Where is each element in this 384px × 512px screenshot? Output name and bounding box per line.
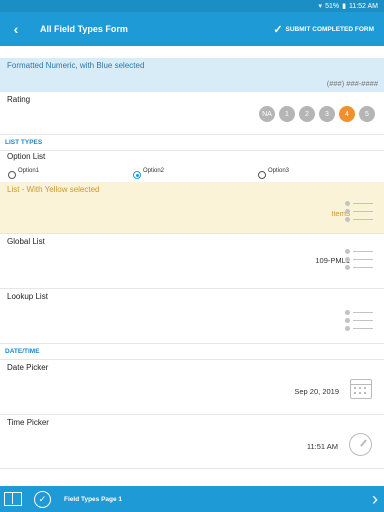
back-arrow-icon[interactable]: ‹	[0, 21, 32, 37]
rating-label: Rating	[7, 95, 31, 104]
formatted-numeric-label: Formatted Numeric, with Blue selected	[7, 61, 145, 70]
lookup-list-field[interactable]: Lookup List	[0, 289, 384, 344]
list-icon	[345, 249, 375, 270]
rating-option-5[interactable]: 5	[359, 106, 375, 122]
list-yellow-label: List - With Yellow selected	[7, 185, 100, 194]
radio-option1-label: Option1	[18, 168, 40, 174]
global-list-field[interactable]: Global List 109-PML1	[0, 234, 384, 289]
rating-options: NA 1 2 3 4 5	[259, 106, 375, 122]
time-picker-label: Time Picker	[7, 418, 49, 427]
radio-option2[interactable]: Option2	[133, 163, 164, 179]
radio-circle-selected	[133, 171, 141, 179]
book-icon[interactable]	[4, 492, 22, 506]
list-types-section-header: LIST TYPES	[0, 135, 384, 151]
calendar-icon[interactable]	[350, 379, 372, 399]
global-list-label: Global List	[7, 237, 45, 246]
radio-option3-label: Option3	[268, 168, 290, 174]
rating-option-2[interactable]: 2	[299, 106, 315, 122]
clock: 11:52 AM	[348, 2, 378, 10]
check-circle-icon[interactable]: ✓	[34, 490, 51, 508]
date-time-section-header: DATE/TIME	[0, 344, 384, 360]
rating-option-3[interactable]: 3	[319, 106, 335, 122]
radio-option1[interactable]: Option1	[8, 163, 39, 179]
option-list-field: Option List Option1 Option2 Option3	[0, 151, 384, 182]
radio-circle	[8, 171, 16, 179]
lookup-list-label: Lookup List	[7, 292, 48, 301]
date-picker-value: Sep 20, 2019	[294, 387, 339, 396]
rating-option-1[interactable]: 1	[279, 106, 295, 122]
radio-option2-label: Option2	[143, 168, 165, 174]
status-bar: ▾ 51% ▮ 11:52 AM	[0, 0, 384, 12]
time-picker-field[interactable]: Time Picker 11:51 AM	[0, 415, 384, 469]
battery-icon: ▮	[342, 3, 346, 10]
rating-option-4[interactable]: 4	[339, 106, 355, 122]
submit-label: SUBMIT COMPLETED FORM	[285, 25, 374, 33]
list-yellow-field[interactable]: List - With Yellow selected Item3	[0, 182, 384, 234]
radio-option3[interactable]: Option3	[258, 163, 289, 179]
submit-completed-form-button[interactable]: ✓ SUBMIT COMPLETED FORM	[273, 23, 374, 36]
time-picker-value: 11:51 AM	[306, 442, 338, 451]
rating-option-na[interactable]: NA	[259, 106, 275, 122]
checkmark-icon: ✓	[273, 23, 283, 36]
option-list-label: Option List	[7, 152, 46, 161]
battery-level: 51%	[325, 2, 340, 10]
rating-field: Rating NA 1 2 3 4 5	[0, 92, 384, 135]
formatted-numeric-field[interactable]: Formatted Numeric, with Blue selected (#…	[0, 58, 384, 92]
bottom-bar: ✓ Field Types Page 1 ›	[0, 486, 384, 512]
signal-icon: ▾	[318, 3, 323, 10]
list-icon	[345, 310, 375, 331]
form-content[interactable]: Formatted Numeric, with Blue selected (#…	[0, 46, 384, 486]
next-page-icon[interactable]: ›	[372, 489, 378, 510]
formatted-numeric-value: (###) ###-####	[326, 79, 378, 88]
date-picker-label: Date Picker	[7, 363, 49, 372]
radio-circle	[258, 171, 266, 179]
page-name: Field Types Page 1	[64, 495, 123, 503]
date-picker-field[interactable]: Date Picker Sep 20, 2019	[0, 360, 384, 415]
page-title: All Field Types Form	[40, 24, 128, 34]
app-bar: ‹ All Field Types Form ✓ SUBMIT COMPLETE…	[0, 12, 384, 46]
list-icon	[345, 201, 375, 222]
clock-icon[interactable]	[349, 433, 372, 456]
